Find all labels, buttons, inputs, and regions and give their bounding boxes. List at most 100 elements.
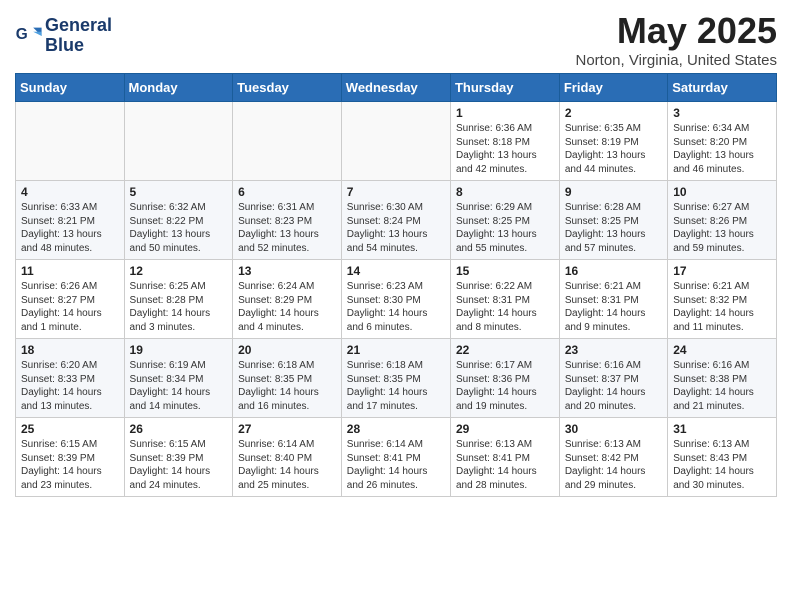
weekday-header-tuesday: Tuesday	[233, 74, 342, 102]
day-number: 3	[673, 106, 771, 120]
calendar-cell: 31 Sunrise: 6:13 AMSunset: 8:43 PMDayligh…	[668, 418, 777, 497]
day-number: 29	[456, 422, 554, 436]
day-number: 11	[21, 264, 119, 278]
day-detail: Sunrise: 6:21 AMSunset: 8:31 PMDaylight:…	[565, 280, 662, 334]
calendar-cell	[16, 102, 125, 181]
day-detail: Sunrise: 6:36 AMSunset: 8:18 PMDaylight:…	[456, 122, 554, 176]
calendar-cell: 28Sunrise: 6:14 AMSunset: 8:41 PMDayligh…	[341, 418, 450, 497]
logo-line1: General	[45, 16, 112, 36]
day-detail: Sunrise: 6:22 AMSunset: 8:31 PMDaylight:…	[456, 280, 554, 334]
calendar-cell: 10 Sunrise: 6:27 AMSunset: 8:26 PMDayligh…	[668, 181, 777, 260]
logo-line2: Blue	[45, 36, 112, 56]
day-detail: Sunrise: 6:13 AMSunset: 8:43 PMDaylight:…	[673, 438, 771, 492]
weekday-header-row: SundayMondayTuesdayWednesdayThursdayFrid…	[16, 74, 777, 102]
day-number: 9	[565, 185, 662, 199]
day-detail: Sunrise: 6:25 AMSunset: 8:28 PMDaylight:…	[130, 280, 228, 334]
calendar-cell: 24 Sunrise: 6:16 AMSunset: 8:38 PMDayligh…	[668, 339, 777, 418]
calendar-cell	[124, 102, 233, 181]
day-detail: Sunrise: 6:27 AMSunset: 8:26 PMDaylight:…	[673, 201, 771, 255]
calendar-table: SundayMondayTuesdayWednesdayThursdayFrid…	[15, 73, 777, 497]
day-number: 16	[565, 264, 662, 278]
day-number: 13	[238, 264, 336, 278]
day-number: 21	[347, 343, 445, 357]
day-number: 5	[130, 185, 228, 199]
day-detail: Sunrise: 6:14 AMSunset: 8:40 PMDaylight:…	[238, 438, 336, 492]
logo-icon: G	[15, 22, 43, 50]
day-number: 31	[673, 422, 771, 436]
day-detail: Sunrise: 6:35 AMSunset: 8:19 PMDaylight:…	[565, 122, 662, 176]
day-detail: Sunrise: 6:17 AMSunset: 8:36 PMDaylight:…	[456, 359, 554, 413]
day-detail: Sunrise: 6:34 AMSunset: 8:20 PMDaylight:…	[673, 122, 771, 176]
day-detail: Sunrise: 6:21 AMSunset: 8:32 PMDaylight:…	[673, 280, 771, 334]
title-block: May 2025 Norton, Virginia, United States	[576, 10, 778, 69]
day-detail: Sunrise: 6:18 AMSunset: 8:35 PMDaylight:…	[238, 359, 336, 413]
day-number: 1	[456, 106, 554, 120]
day-number: 25	[21, 422, 119, 436]
day-number: 26	[130, 422, 228, 436]
day-detail: Sunrise: 6:13 AMSunset: 8:42 PMDaylight:…	[565, 438, 662, 492]
day-number: 15	[456, 264, 554, 278]
weekday-header-friday: Friday	[559, 74, 667, 102]
calendar-cell: 23 Sunrise: 6:16 AMSunset: 8:37 PMDayligh…	[559, 339, 667, 418]
calendar-week-row: 18 Sunrise: 6:20 AMSunset: 8:33 PMDayligh…	[16, 339, 777, 418]
day-detail: Sunrise: 6:23 AMSunset: 8:30 PMDaylight:…	[347, 280, 445, 334]
calendar-cell: 2 Sunrise: 6:35 AMSunset: 8:19 PMDaylight…	[559, 102, 667, 181]
calendar-cell: 17 Sunrise: 6:21 AMSunset: 8:32 PMDayligh…	[668, 260, 777, 339]
day-number: 19	[130, 343, 228, 357]
location-title: Norton, Virginia, United States	[576, 52, 778, 69]
calendar-week-row: 25 Sunrise: 6:15 AMSunset: 8:39 PMDayligh…	[16, 418, 777, 497]
day-number: 7	[347, 185, 445, 199]
day-detail: Sunrise: 6:31 AMSunset: 8:23 PMDaylight:…	[238, 201, 336, 255]
page-header: G General Blue May 2025 Norton, Virginia…	[15, 10, 777, 69]
calendar-cell	[233, 102, 342, 181]
calendar-cell: 7 Sunrise: 6:30 AMSunset: 8:24 PMDaylight…	[341, 181, 450, 260]
day-number: 10	[673, 185, 771, 199]
calendar-week-row: 11 Sunrise: 6:26 AMSunset: 8:27 PMDayligh…	[16, 260, 777, 339]
calendar-cell: 4Sunrise: 6:33 AMSunset: 8:21 PMDaylight…	[16, 181, 125, 260]
day-detail: Sunrise: 6:30 AMSunset: 8:24 PMDaylight:…	[347, 201, 445, 255]
calendar-cell: 21 Sunrise: 6:18 AMSunset: 8:35 PMDayligh…	[341, 339, 450, 418]
day-number: 30	[565, 422, 662, 436]
day-detail: Sunrise: 6:20 AMSunset: 8:33 PMDaylight:…	[21, 359, 119, 413]
day-number: 27	[238, 422, 336, 436]
day-detail: Sunrise: 6:15 AMSunset: 8:39 PMDaylight:…	[21, 438, 119, 492]
day-number: 18	[21, 343, 119, 357]
day-detail: Sunrise: 6:26 AMSunset: 8:27 PMDaylight:…	[21, 280, 119, 334]
calendar-cell: 5Sunrise: 6:32 AMSunset: 8:22 PMDaylight…	[124, 181, 233, 260]
logo-text: General Blue	[45, 16, 112, 56]
day-number: 23	[565, 343, 662, 357]
day-number: 2	[565, 106, 662, 120]
calendar-cell: 15 Sunrise: 6:22 AMSunset: 8:31 PMDayligh…	[450, 260, 559, 339]
day-number: 6	[238, 185, 336, 199]
month-title: May 2025	[576, 10, 778, 52]
weekday-header-thursday: Thursday	[450, 74, 559, 102]
day-number: 28	[347, 422, 445, 436]
day-detail: Sunrise: 6:24 AMSunset: 8:29 PMDaylight:…	[238, 280, 336, 334]
calendar-cell: 3 Sunrise: 6:34 AMSunset: 8:20 PMDaylight…	[668, 102, 777, 181]
day-detail: Sunrise: 6:16 AMSunset: 8:38 PMDaylight:…	[673, 359, 771, 413]
calendar-week-row: 4Sunrise: 6:33 AMSunset: 8:21 PMDaylight…	[16, 181, 777, 260]
calendar-cell: 6 Sunrise: 6:31 AMSunset: 8:23 PMDaylight…	[233, 181, 342, 260]
day-number: 24	[673, 343, 771, 357]
day-detail: Sunrise: 6:19 AMSunset: 8:34 PMDaylight:…	[130, 359, 228, 413]
weekday-header-wednesday: Wednesday	[341, 74, 450, 102]
day-number: 12	[130, 264, 228, 278]
calendar-cell: 25 Sunrise: 6:15 AMSunset: 8:39 PMDayligh…	[16, 418, 125, 497]
calendar-cell: 12 Sunrise: 6:25 AMSunset: 8:28 PMDayligh…	[124, 260, 233, 339]
calendar-cell: 11 Sunrise: 6:26 AMSunset: 8:27 PMDayligh…	[16, 260, 125, 339]
calendar-cell: 27 Sunrise: 6:14 AMSunset: 8:40 PMDayligh…	[233, 418, 342, 497]
day-detail: Sunrise: 6:33 AMSunset: 8:21 PMDaylight:…	[21, 201, 119, 255]
calendar-cell: 18 Sunrise: 6:20 AMSunset: 8:33 PMDayligh…	[16, 339, 125, 418]
day-detail: Sunrise: 6:16 AMSunset: 8:37 PMDaylight:…	[565, 359, 662, 413]
calendar-week-row: 1 Sunrise: 6:36 AMSunset: 8:18 PMDaylight…	[16, 102, 777, 181]
calendar-cell: 22Sunrise: 6:17 AMSunset: 8:36 PMDayligh…	[450, 339, 559, 418]
day-detail: Sunrise: 6:29 AMSunset: 8:25 PMDaylight:…	[456, 201, 554, 255]
calendar-cell: 19 Sunrise: 6:19 AMSunset: 8:34 PMDayligh…	[124, 339, 233, 418]
calendar-cell: 8Sunrise: 6:29 AMSunset: 8:25 PMDaylight…	[450, 181, 559, 260]
calendar-cell: 1 Sunrise: 6:36 AMSunset: 8:18 PMDaylight…	[450, 102, 559, 181]
day-number: 17	[673, 264, 771, 278]
calendar-cell: 30 Sunrise: 6:13 AMSunset: 8:42 PMDayligh…	[559, 418, 667, 497]
calendar-cell: 14Sunrise: 6:23 AMSunset: 8:30 PMDayligh…	[341, 260, 450, 339]
svg-text:G: G	[16, 26, 28, 43]
day-detail: Sunrise: 6:18 AMSunset: 8:35 PMDaylight:…	[347, 359, 445, 413]
